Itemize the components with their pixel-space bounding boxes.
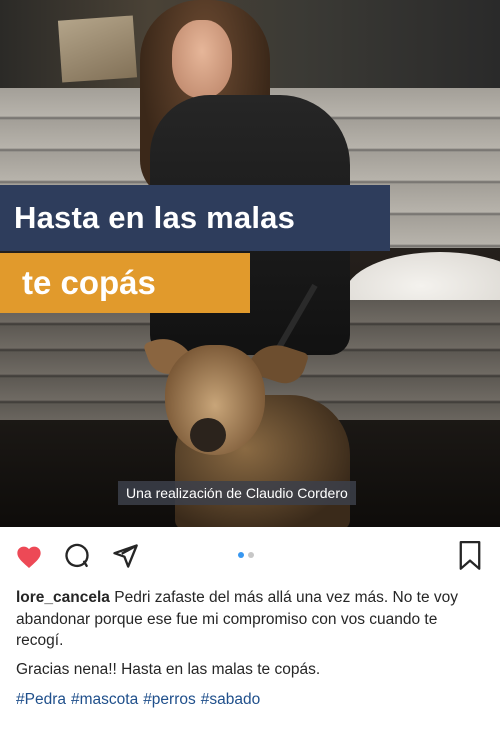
hashtag-list: #Pedra #mascota #perros #sabado (16, 689, 486, 710)
carousel-dot (248, 552, 254, 558)
dog-snout (190, 418, 226, 452)
comment-icon[interactable] (62, 541, 92, 571)
hashtag-link[interactable]: #perros (143, 689, 196, 710)
heart-filled-icon[interactable] (14, 541, 44, 571)
paper-plane-icon[interactable] (110, 541, 140, 571)
carousel-indicator (238, 552, 254, 558)
post-caption: lore_cancela Pedri zafaste del más allá … (16, 587, 486, 652)
overlay-title-line1: Hasta en las malas (0, 185, 390, 251)
post-actions-bar (0, 535, 500, 579)
background-papers (57, 15, 138, 83)
overlay-title-line2: te copás (0, 253, 250, 313)
post-image[interactable]: Hasta en las malas te copás Una realizac… (0, 0, 500, 527)
hashtag-link[interactable]: #Pedra (16, 689, 66, 710)
caption-username[interactable]: lore_cancela (16, 589, 110, 606)
hashtag-link[interactable]: #sabado (201, 689, 260, 710)
bookmark-icon[interactable] (455, 541, 485, 571)
person-face (172, 20, 232, 98)
hashtag-link[interactable]: #mascota (71, 689, 138, 710)
caption-reply: Gracias nena!! Hasta en las malas te cop… (16, 661, 321, 678)
carousel-dot-active (238, 552, 244, 558)
photo-credit: Una realización de Claudio Cordero (118, 481, 356, 505)
